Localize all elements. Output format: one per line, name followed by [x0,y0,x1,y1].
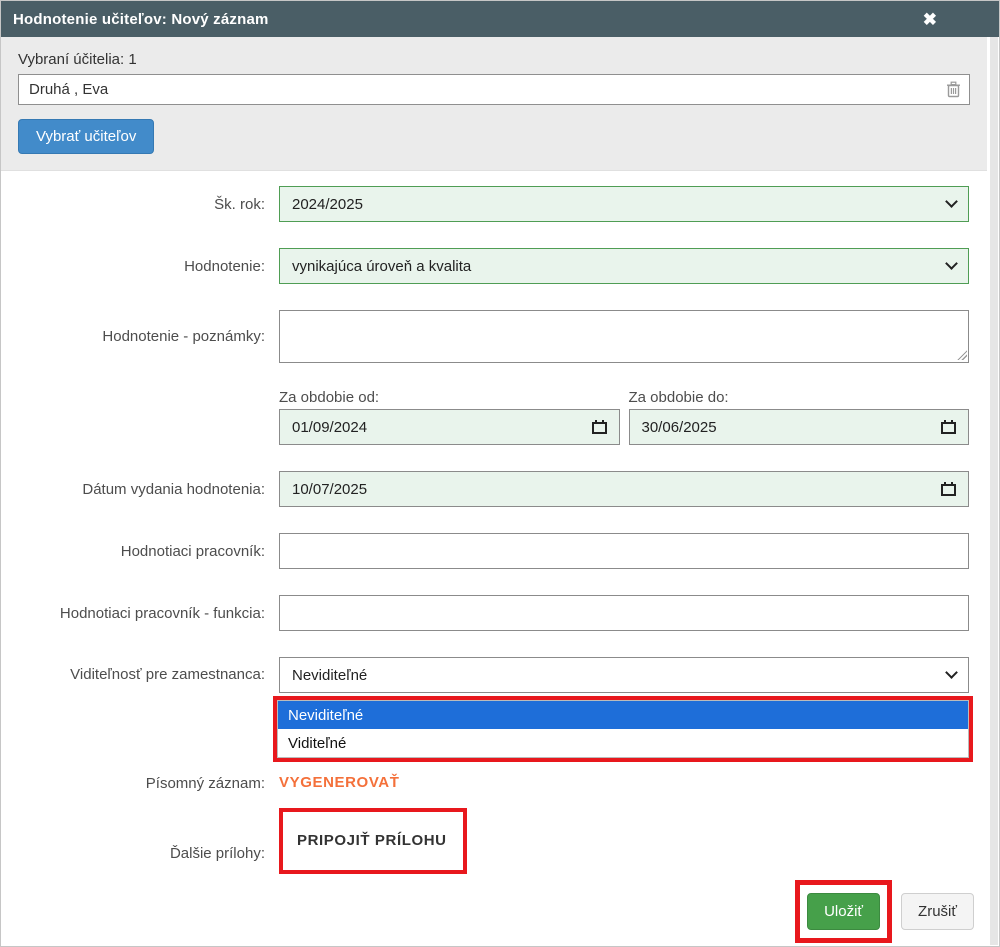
evaluator-function-row: Hodnotiaci pracovník - funkcia: [1,595,969,631]
evaluator-label: Hodnotiaci pracovník: [1,543,279,560]
visibility-label: Viditeľnosť pre zamestnanca: [1,657,279,683]
period-from-date-input[interactable]: 01/09/2024 [279,409,620,445]
evaluation-value: vynikajúca úroveň a kvalita [292,258,471,275]
attach-file-link[interactable]: PRIPOJIŤ PRÍLOHU [297,832,447,849]
resize-grip-icon[interactable] [956,349,967,360]
calendar-icon[interactable] [941,420,956,434]
school-year-select[interactable]: 2024/2025 [279,186,969,222]
scrollbar-gutter[interactable] [987,37,998,945]
attachments-row: Ďalšie prílohy: PRIPOJIŤ PRÍLOHU [1,808,969,874]
period-to-date-input[interactable]: 30/06/2025 [629,409,970,445]
annotation-red-box-dropdown: Neviditeľné Viditeľné [273,696,973,762]
teacher-section: Vybraní účitelia: 1 Vybrať učiteľov [1,37,987,171]
period-row: Za obdobie od: 01/09/2024 Za obdobie do:… [1,389,969,445]
evaluator-function-input[interactable] [279,595,969,631]
school-year-row: Šk. rok: 2024/2025 [1,186,969,222]
evaluation-label: Hodnotenie: [1,258,279,275]
close-icon[interactable]: ✖ [923,11,937,28]
save-button[interactable]: Uložiť [807,893,880,930]
school-year-label: Šk. rok: [1,196,279,213]
evaluation-modal: Hodnotenie učiteľov: Nový záznam ✖ Vybra… [0,0,1000,947]
visibility-row: Viditeľnosť pre zamestnanca: Neviditeľné… [1,657,969,762]
visibility-option-viditelne[interactable]: Viditeľné [278,729,968,757]
calendar-icon[interactable] [941,482,956,496]
evaluator-row: Hodnotiaci pracovník: [1,533,969,569]
visibility-option-neviditelne[interactable]: Neviditeľné [278,701,968,729]
chevron-down-icon [945,195,958,208]
issue-date-value: 10/07/2025 [292,481,367,498]
evaluation-form: Šk. rok: 2024/2025 Hodnotenie: vynikajúc… [1,171,999,874]
modal-title: Hodnotenie učiteľov: Nový záznam [13,11,269,28]
evaluator-function-label: Hodnotiaci pracovník - funkcia: [1,605,279,622]
chevron-down-icon [945,666,958,679]
period-to-value: 30/06/2025 [642,419,717,436]
notes-textarea[interactable] [279,310,969,363]
visibility-value: Neviditeľné [292,667,367,684]
annotation-red-box-attachment: PRIPOJIŤ PRÍLOHU [279,808,467,874]
evaluation-select[interactable]: vynikajúca úroveň a kvalita [279,248,969,284]
period-from-value: 01/09/2024 [292,419,367,436]
notes-label: Hodnotenie - poznámky: [1,328,279,345]
teacher-field [18,74,970,105]
chevron-down-icon [945,257,958,270]
modal-header: Hodnotenie učiteľov: Nový záznam ✖ [1,1,999,37]
notes-row: Hodnotenie - poznámky: [1,310,969,363]
issue-date-input[interactable]: 10/07/2025 [279,471,969,507]
written-record-label: Písomný záznam: [1,775,279,792]
modal-footer: Uložiť Zrušiť [1,880,999,943]
calendar-icon[interactable] [592,420,607,434]
issue-date-label: Dátum vydania hodnotenia: [1,481,279,498]
visibility-select[interactable]: Neviditeľné [279,657,969,693]
period-from-label: Za obdobie od: [279,389,620,406]
evaluator-input[interactable] [279,533,969,569]
period-to-label: Za obdobie do: [629,389,970,406]
select-teachers-button[interactable]: Vybrať učiteľov [18,119,154,154]
annotation-red-box-save: Uložiť [795,880,892,943]
generate-link[interactable]: VYGENEROVAŤ [279,774,400,791]
teacher-input[interactable] [19,75,969,104]
evaluation-row: Hodnotenie: vynikajúca úroveň a kvalita [1,248,969,284]
attachments-label: Ďalšie prílohy: [1,821,279,862]
visibility-dropdown: Neviditeľné Viditeľné [273,696,973,762]
trash-icon[interactable] [946,81,961,103]
school-year-value: 2024/2025 [292,196,363,213]
issue-date-row: Dátum vydania hodnotenia: 10/07/2025 [1,471,969,507]
written-record-row: Písomný záznam: VYGENEROVAŤ [1,774,969,792]
cancel-button[interactable]: Zrušiť [901,893,974,930]
selected-teachers-label: Vybraní účitelia: 1 [18,51,970,68]
